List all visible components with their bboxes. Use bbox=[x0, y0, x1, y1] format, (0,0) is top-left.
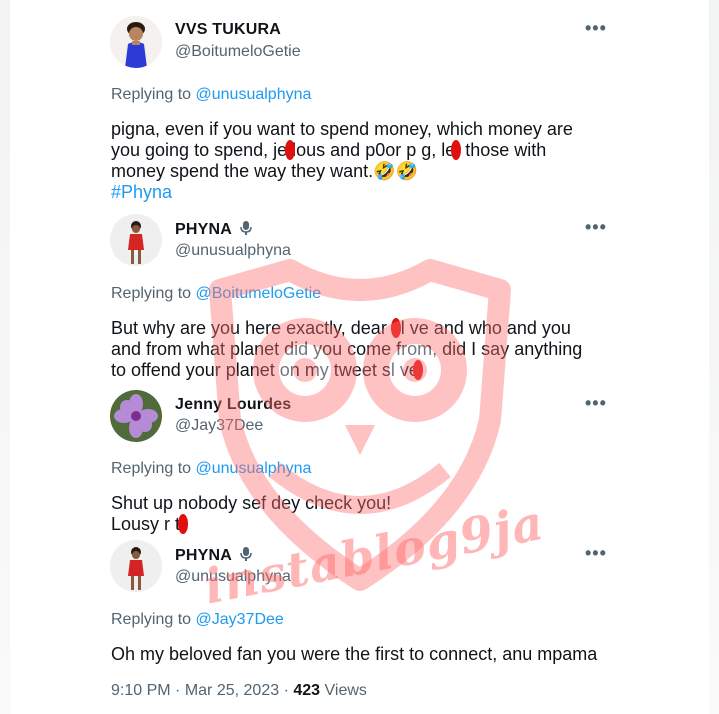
replying-to-line: Replying to @Jay37Dee bbox=[111, 611, 284, 629]
microphone-icon bbox=[240, 547, 252, 561]
tweet-thread: VVS TUKURA @BoitumeloGetie ••• Replying … bbox=[10, 0, 709, 714]
replying-to-line: Replying to @unusualphyna bbox=[111, 460, 311, 478]
microphone-icon bbox=[240, 221, 252, 235]
display-name[interactable]: PHYNA bbox=[175, 220, 253, 239]
display-name-text: PHYNA bbox=[175, 221, 232, 238]
more-dots-icon[interactable]: ••• bbox=[585, 18, 607, 39]
replying-label: Replying to bbox=[111, 285, 192, 302]
meta-separator: · bbox=[175, 682, 185, 699]
views-count: 423 bbox=[293, 682, 321, 699]
user-handle[interactable]: @unusualphyna bbox=[175, 242, 291, 260]
avatar[interactable] bbox=[110, 214, 162, 266]
display-name[interactable]: Jenny Lourdes bbox=[175, 396, 291, 414]
avatar[interactable] bbox=[110, 390, 162, 442]
replying-label: Replying to bbox=[111, 86, 192, 103]
views-label: Views bbox=[324, 682, 367, 699]
avatar-purple-flower-icon bbox=[110, 390, 162, 442]
user-handle[interactable]: @unusualphyna bbox=[175, 568, 291, 586]
more-dots-icon[interactable]: ••• bbox=[585, 393, 607, 414]
tweet-text: Oh my beloved fan you were the first to … bbox=[111, 644, 598, 664]
avatar-woman-red-dress-icon bbox=[110, 540, 162, 592]
replying-mention-link[interactable]: @unusualphyna bbox=[196, 86, 312, 103]
user-handle[interactable]: @Jay37Dee bbox=[175, 417, 263, 435]
replying-label: Replying to bbox=[111, 611, 192, 628]
more-dots-icon[interactable]: ••• bbox=[585, 217, 607, 238]
replying-mention-link[interactable]: @Jay37Dee bbox=[196, 611, 284, 628]
avatar-woman-red-dress-icon bbox=[110, 214, 162, 266]
tweet-meta: 9:10 PM · Mar 25, 2023 · 423 Views bbox=[111, 682, 367, 700]
replying-label: Replying to bbox=[111, 460, 192, 477]
avatar-woman-blue-dress-icon bbox=[110, 16, 162, 68]
replying-mention-link[interactable]: @BoitumeloGetie bbox=[196, 285, 322, 302]
tweet-text: Shut up nobody sef dey check you! Lousy … bbox=[111, 493, 392, 534]
tweet-date[interactable]: Mar 25, 2023 bbox=[185, 682, 279, 699]
tweet-time[interactable]: 9:10 PM bbox=[111, 682, 171, 699]
replying-mention-link[interactable]: @unusualphyna bbox=[196, 460, 312, 477]
display-name[interactable]: VVS TUKURA bbox=[175, 21, 281, 39]
avatar[interactable] bbox=[110, 16, 162, 68]
tweet-text: pigna, even if you want to spend money, … bbox=[111, 119, 573, 181]
display-name[interactable]: PHYNA bbox=[175, 546, 253, 565]
display-name-text: PHYNA bbox=[175, 547, 232, 564]
user-handle[interactable]: @BoitumeloGetie bbox=[175, 43, 301, 61]
avatar[interactable] bbox=[110, 540, 162, 592]
meta-separator: · bbox=[283, 682, 294, 699]
replying-to-line: Replying to @BoitumeloGetie bbox=[111, 285, 321, 303]
tweet-text: But why are you here exactly, dear sl ve… bbox=[111, 318, 583, 380]
more-dots-icon[interactable]: ••• bbox=[585, 543, 607, 564]
replying-to-line: Replying to @unusualphyna bbox=[111, 86, 311, 104]
hashtag-link[interactable]: #Phyna bbox=[111, 182, 172, 203]
